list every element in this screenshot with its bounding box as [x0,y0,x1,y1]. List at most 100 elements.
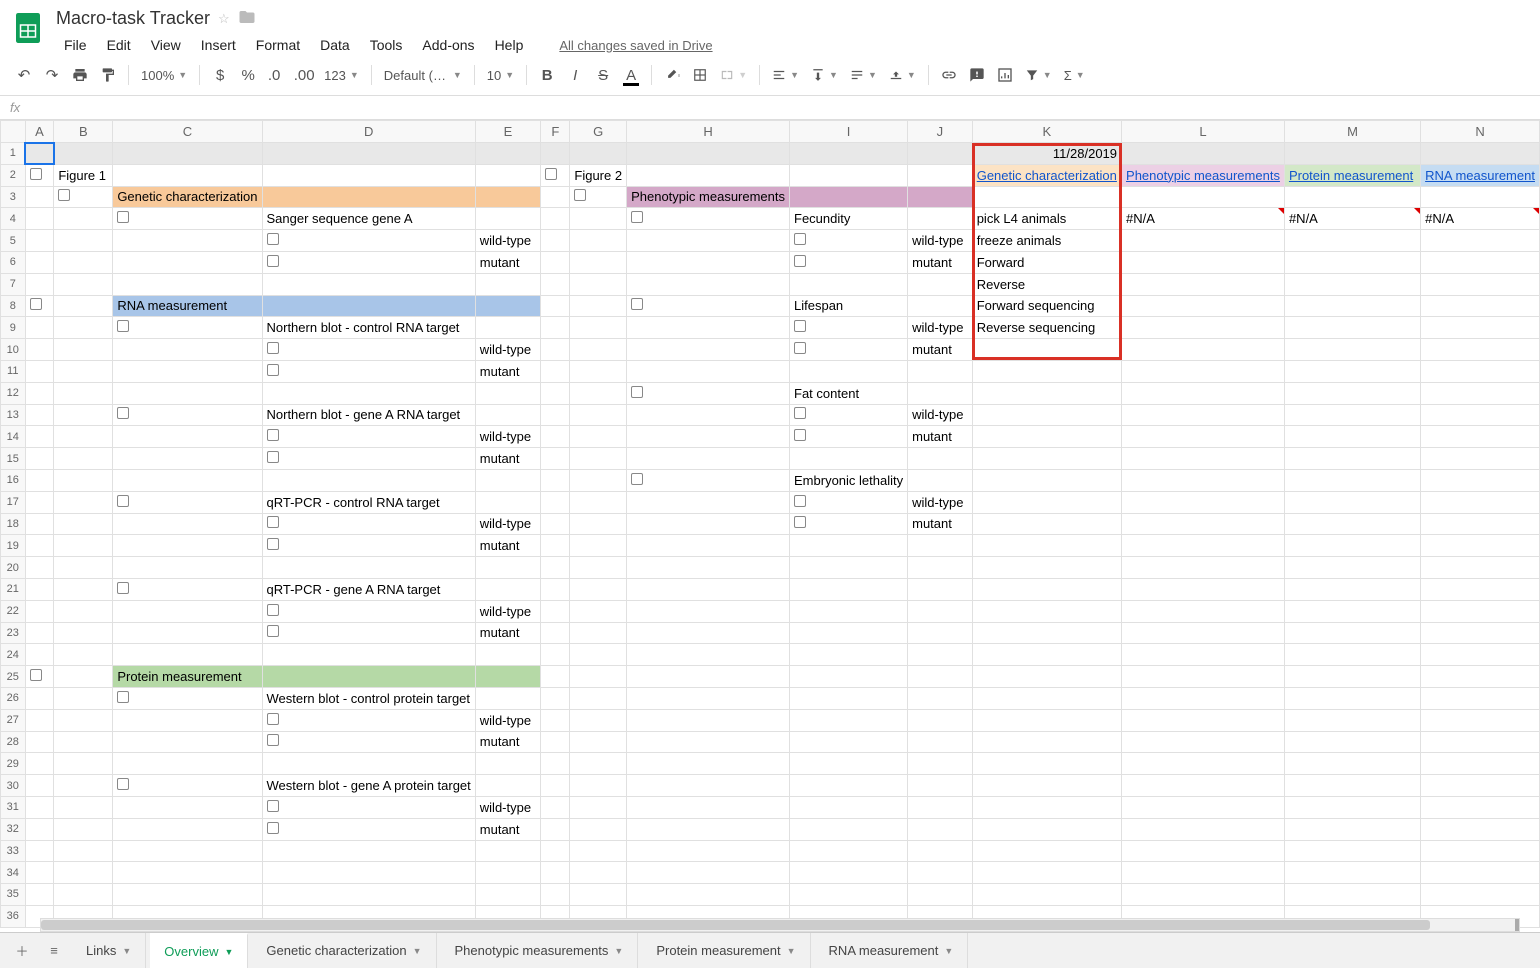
row-header[interactable]: 25 [1,666,26,688]
cell-N18[interactable] [1421,513,1540,535]
cell-K35[interactable] [972,884,1121,906]
cell-J7[interactable] [908,273,973,295]
cell-K19[interactable] [972,535,1121,557]
checkbox[interactable] [267,429,279,441]
cell-C33[interactable] [113,840,262,862]
cell-H12[interactable] [627,382,790,404]
cell-C28[interactable] [113,731,262,753]
cell-H14[interactable] [627,426,790,448]
cell-L8[interactable] [1122,295,1285,317]
cell-F22[interactable] [541,600,570,622]
cell-J6[interactable]: mutant [908,251,973,273]
save-status[interactable]: All changes saved in Drive [551,36,720,55]
sheet-tab-phenotypic[interactable]: Phenotypic measurements▼ [441,933,639,968]
cell-G7[interactable] [570,273,627,295]
sheet-tab-rna[interactable]: RNA measurement▼ [815,933,969,968]
cell-D10[interactable] [262,339,475,361]
cell-H23[interactable] [627,622,790,644]
cell-M7[interactable] [1284,273,1420,295]
cell-B12[interactable] [54,382,113,404]
cell-F12[interactable] [541,382,570,404]
cell-H22[interactable] [627,600,790,622]
cell-F23[interactable] [541,622,570,644]
row-header[interactable]: 14 [1,426,26,448]
cell-J14[interactable]: mutant [908,426,973,448]
cell-D2[interactable] [262,164,475,186]
cell-M20[interactable] [1284,557,1420,579]
cell-L4[interactable]: #N/A [1122,208,1285,230]
cell-I21[interactable] [790,578,908,600]
cell-B20[interactable] [54,557,113,579]
cell-G3[interactable] [570,186,627,208]
cell-F19[interactable] [541,535,570,557]
cell-C9[interactable] [113,317,262,339]
cell-J8[interactable] [908,295,973,317]
column-headers[interactable]: A B C D E F G H I J K L M N [1,121,1540,143]
cell-B35[interactable] [54,884,113,906]
cell-C20[interactable] [113,557,262,579]
cell-A30[interactable] [25,775,54,797]
cell-B24[interactable] [54,644,113,666]
cell-K18[interactable] [972,513,1121,535]
cell-K4[interactable]: pick L4 animals [972,208,1121,230]
cell-N13[interactable] [1421,404,1540,426]
checkbox[interactable] [267,604,279,616]
col-header[interactable]: L [1122,121,1285,143]
insert-chart-button[interactable] [991,61,1019,89]
row-header[interactable]: 20 [1,557,26,579]
cell-E34[interactable] [475,862,540,884]
sheets-logo[interactable] [8,8,48,48]
cell-C10[interactable] [113,339,262,361]
cell-E7[interactable] [475,273,540,295]
cell-A29[interactable] [25,753,54,775]
cell-C16[interactable] [113,469,262,491]
cell-J17[interactable]: wild-type [908,491,973,513]
cell-A25[interactable] [25,666,54,688]
menu-view[interactable]: View [143,35,189,55]
cell-A3[interactable] [25,186,54,208]
cell-N5[interactable] [1421,230,1540,252]
cell-E26[interactable] [475,687,540,709]
cell-B28[interactable] [54,731,113,753]
cell-M8[interactable] [1284,295,1420,317]
cell-D20[interactable] [262,557,475,579]
cell-H30[interactable] [627,775,790,797]
cell-J9[interactable]: wild-type [908,317,973,339]
cell-L2[interactable]: Phenotypic measurements [1122,164,1285,186]
sheet-tab-links[interactable]: Links▼ [72,933,146,968]
cell-C25[interactable]: Protein measurement [113,666,262,688]
cell-F3[interactable] [541,186,570,208]
cell-F1[interactable] [541,143,570,165]
cell-H27[interactable] [627,709,790,731]
cell-D3[interactable] [262,186,475,208]
cell-A15[interactable] [25,448,54,470]
cell-L5[interactable] [1122,230,1285,252]
cell-F2[interactable] [541,164,570,186]
cell-L22[interactable] [1122,600,1285,622]
cell-A32[interactable] [25,818,54,840]
all-sheets-button[interactable]: ≡ [40,937,68,965]
cell-E17[interactable] [475,491,540,513]
cell-C5[interactable] [113,230,262,252]
cell-E27[interactable]: wild-type [475,709,540,731]
cell-J23[interactable] [908,622,973,644]
cell-G24[interactable] [570,644,627,666]
row-header[interactable]: 11 [1,360,26,382]
cell-N14[interactable] [1421,426,1540,448]
col-header[interactable]: G [570,121,627,143]
fill-color-button[interactable] [658,61,686,89]
cell-M11[interactable] [1284,360,1420,382]
add-sheet-button[interactable]: ＋ [8,937,36,965]
cell-L6[interactable] [1122,251,1285,273]
cell-I19[interactable] [790,535,908,557]
cell-E8[interactable] [475,295,540,317]
cell-L27[interactable] [1122,709,1285,731]
cell-M28[interactable] [1284,731,1420,753]
cell-I8[interactable]: Lifespan [790,295,908,317]
cell-G13[interactable] [570,404,627,426]
checkbox[interactable] [117,778,129,790]
cell-G12[interactable] [570,382,627,404]
cell-F35[interactable] [541,884,570,906]
checkbox[interactable] [794,342,806,354]
cell-A9[interactable] [25,317,54,339]
